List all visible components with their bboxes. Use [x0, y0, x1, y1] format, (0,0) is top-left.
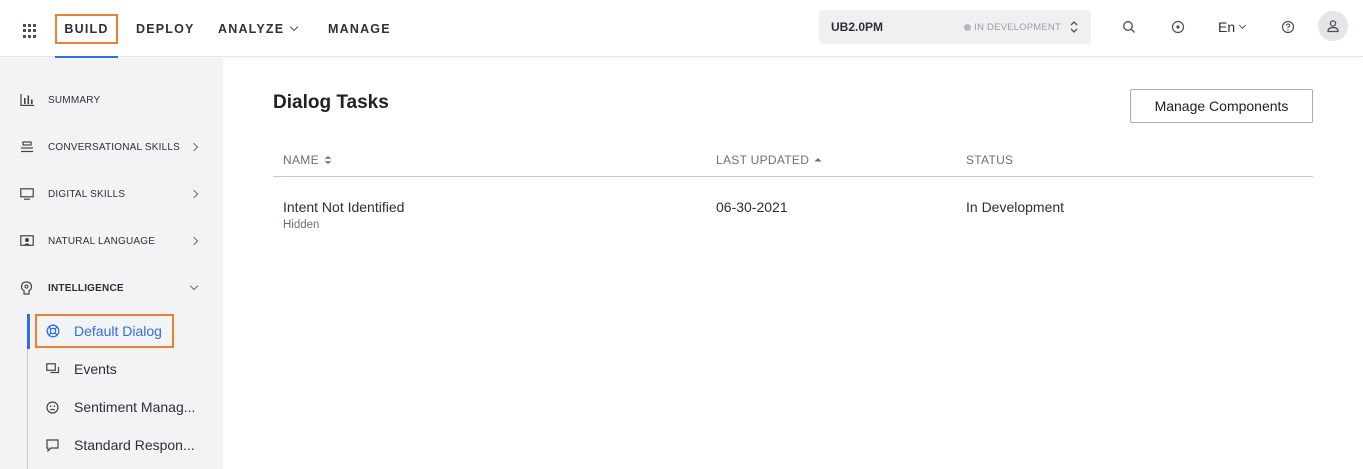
sidebar-item-label: INTELLIGENCE: [48, 282, 124, 294]
bot-status-label: IN DEVELOPMENT: [974, 21, 1061, 33]
sidebar-item-intelligence[interactable]: INTELLIGENCE: [0, 273, 223, 303]
sidebar-item-conversational-skills[interactable]: CONVERSATIONAL SKILLS: [0, 132, 223, 162]
nav-manage[interactable]: MANAGE: [328, 0, 391, 57]
sidebar-subitem-label: Events: [74, 361, 117, 377]
nav-analyze-label: ANALYZE: [218, 21, 285, 36]
chevron-down-icon: [189, 281, 199, 291]
column-header-label: LAST UPDATED: [716, 153, 810, 167]
notification-icon[interactable]: [1170, 19, 1186, 35]
task-last-updated: 06-30-2021: [716, 199, 788, 215]
column-header-status: STATUS: [966, 153, 1013, 167]
chevron-down-icon: [290, 22, 299, 31]
bot-name: UB2.0PM: [831, 20, 884, 34]
sidebar-item-label: NATURAL LANGUAGE: [48, 235, 156, 247]
sidebar-item-label: SUMMARY: [48, 94, 101, 106]
sort-ascending-icon: [814, 158, 822, 162]
sidebar-subitem-label: Sentiment Manag...: [74, 399, 196, 415]
status-dot-icon: [964, 23, 972, 31]
help-icon[interactable]: [1280, 19, 1296, 35]
chevron-down-icon: [1239, 21, 1247, 30]
task-status: In Development: [966, 199, 1065, 215]
sidebar-subitem-standard-responses[interactable]: Standard Respon...: [30, 427, 223, 463]
up-down-chevron-icon: [1070, 21, 1078, 33]
message-icon: [45, 438, 60, 453]
sidebar-item-label: CONVERSATIONAL SKILLS: [48, 141, 181, 153]
nav-manage-label: MANAGE: [328, 21, 391, 36]
nav-analyze[interactable]: ANALYZE: [218, 0, 299, 57]
user-avatar-icon[interactable]: [1318, 11, 1348, 41]
manage-components-button[interactable]: Manage Components: [1130, 89, 1313, 123]
sidebar-item-natural-language[interactable]: NATURAL LANGUAGE: [0, 226, 223, 256]
apps-grid-icon[interactable]: [23, 24, 37, 38]
sidebar-subitem-label: Standard Respon...: [74, 437, 195, 453]
nlp-icon: [19, 234, 34, 249]
language-selector[interactable]: En: [1218, 19, 1247, 35]
sidebar-subitem-label: Default Dialog: [74, 323, 162, 339]
sidebar-item-summary[interactable]: SUMMARY: [0, 85, 223, 115]
chevron-right-icon: [189, 189, 199, 199]
chat-bubbles-icon: [45, 362, 60, 377]
task-visibility: Hidden: [283, 219, 320, 231]
search-icon[interactable]: [1121, 19, 1137, 35]
nav-build-label: BUILD: [55, 13, 118, 44]
chevron-right-icon: [189, 236, 199, 246]
column-header-label: STATUS: [966, 153, 1014, 167]
sidebar-subitem-sentiment-management[interactable]: Sentiment Manag...: [30, 389, 223, 425]
sidebar: SUMMARY CONVERSATIONAL SKILLS DIGITAL SK…: [0, 58, 223, 469]
sort-icon: [324, 155, 332, 165]
table-header-divider: [273, 176, 1313, 177]
sidebar-item-digital-skills[interactable]: DIGITAL SKILLS: [0, 179, 223, 209]
bar-chart-icon: [19, 93, 34, 108]
column-header-last-updated[interactable]: LAST UPDATED: [716, 153, 822, 167]
monitor-icon: [19, 187, 34, 202]
table-row[interactable]: Intent Not Identified Hidden 06-30-2021 …: [273, 190, 1313, 236]
sidebar-subitem-events[interactable]: Events: [30, 351, 223, 387]
bot-selector[interactable]: UB2.0PM IN DEVELOPMENT: [819, 10, 1091, 44]
top-bar: BUILD DEPLOY ANALYZE MANAGE UB2.0PM IN D…: [0, 0, 1363, 58]
column-header-name[interactable]: NAME: [283, 153, 332, 167]
sidebar-item-label: DIGITAL SKILLS: [48, 188, 126, 200]
nav-deploy[interactable]: DEPLOY: [136, 0, 195, 57]
smiley-icon: [45, 400, 60, 415]
lifebuoy-icon: [45, 324, 60, 339]
bot-status: IN DEVELOPMENT: [964, 22, 1061, 33]
sidebar-subitem-default-dialog[interactable]: Default Dialog: [30, 313, 223, 349]
page-title: Dialog Tasks: [273, 92, 389, 113]
chevron-right-icon: [189, 142, 199, 152]
language-label: En: [1218, 19, 1236, 35]
brain-icon: [19, 281, 34, 296]
task-name: Intent Not Identified: [283, 199, 405, 215]
nav-deploy-label: DEPLOY: [136, 21, 195, 36]
column-header-label: NAME: [283, 153, 319, 167]
nav-build[interactable]: BUILD: [55, 0, 118, 58]
stack-icon: [19, 140, 34, 155]
